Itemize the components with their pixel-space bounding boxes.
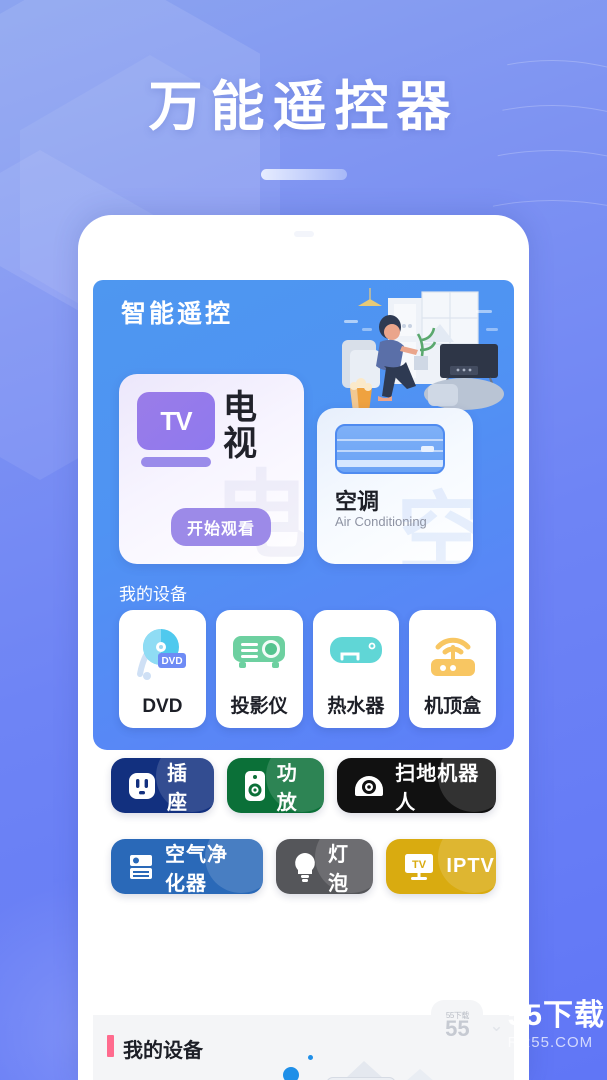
water-heater-icon xyxy=(313,624,400,682)
set-top-box-icon xyxy=(409,624,496,682)
phone-notch xyxy=(293,231,314,237)
air-purifier-icon xyxy=(127,852,155,882)
tv-icon-text: TV xyxy=(160,405,192,436)
power-outlet-icon xyxy=(127,771,157,801)
chip-label: IPTV xyxy=(446,855,495,877)
page-title: 万能遥控器 xyxy=(148,77,459,137)
smart-remote-panel: 智能遥控 TV 电视 开始观看 空 空调 Air Conditioning 我的… xyxy=(93,280,514,750)
device-label: DVD xyxy=(142,696,183,717)
feature-cards: 电 TV 电视 开始观看 空 空调 Air Conditioning xyxy=(119,374,496,564)
ac-card-label: 空调 xyxy=(335,489,380,514)
watermark-site-url: RR55.COM xyxy=(507,1034,594,1051)
tv-stand-bar xyxy=(141,457,211,467)
device-card-dvd[interactable]: DVD DVD xyxy=(119,610,206,728)
iptv-tv-icon: TV xyxy=(402,852,436,882)
decor-dot-large xyxy=(283,1067,299,1080)
chip-label: 灯泡 xyxy=(327,843,349,895)
air-conditioner-icon xyxy=(335,424,445,474)
panel-title: 智能遥控 xyxy=(121,300,234,328)
device-card-projector[interactable]: 投影仪 xyxy=(215,610,303,728)
chip-row-1: 插座 功放 扫地机器人 xyxy=(93,758,514,813)
watermark-logo-number: 55 xyxy=(445,1016,470,1041)
ac-ghost-char: 空 xyxy=(396,484,473,564)
section-accent-bar xyxy=(107,1035,114,1057)
projector-icon xyxy=(216,624,303,682)
chip-air-purifier[interactable]: 空气净化器 xyxy=(111,839,263,894)
device-card-set-top-box[interactable]: 机顶盒 xyxy=(409,610,496,728)
title-underline-pill xyxy=(260,169,347,180)
decor-dot-small xyxy=(308,1055,313,1060)
chip-robot-vacuum[interactable]: 扫地机器人 xyxy=(337,758,496,813)
air-conditioner-feature-card[interactable]: 空 空调 Air Conditioning xyxy=(317,408,473,564)
chip-power-outlet[interactable]: 插座 xyxy=(111,758,214,813)
dvd-disc-icon: DVD xyxy=(119,624,206,682)
svg-text:DVD: DVD xyxy=(162,656,183,667)
watermark-site-name: 55下载 xyxy=(507,999,605,1032)
device-card-water-heater[interactable]: 热水器 xyxy=(312,610,400,728)
watermark: 55下载 55 ⌄ 55下载 RR55.COM xyxy=(431,1000,605,1052)
bottom-section-label: 我的设备 xyxy=(123,1040,203,1062)
phone-mockup: 智能遥控 TV 电视 开始观看 空 空调 Air Conditioning 我的… xyxy=(78,215,529,1080)
device-label: 热水器 xyxy=(327,696,385,717)
svg-text:TV: TV xyxy=(412,859,427,871)
tv-icon: TV xyxy=(137,392,215,450)
chip-label: 插座 xyxy=(167,762,188,814)
tv-feature-card[interactable]: 电 TV 电视 开始观看 xyxy=(119,374,304,564)
chip-light-bulb[interactable]: 灯泡 xyxy=(275,839,374,895)
watermark-logo: 55下载 55 xyxy=(431,1000,484,1052)
chip-amplifier[interactable]: 功放 xyxy=(226,758,325,814)
start-watching-button[interactable]: 开始观看 xyxy=(171,508,272,546)
robot-vacuum-icon xyxy=(353,772,385,800)
device-chip-area: 插座 功放 扫地机器人 空气净化器 灯泡 TV IPTV xyxy=(93,758,514,920)
amplifier-icon xyxy=(243,770,267,802)
panel-devices-heading: 我的设备 xyxy=(119,585,187,604)
watermark-text: 55下载 RR55.COM xyxy=(507,999,605,1052)
chip-label: 空气净化器 xyxy=(165,843,228,895)
light-bulb-icon xyxy=(292,851,318,883)
header: 万能遥控器 xyxy=(0,0,607,200)
device-label: 机顶盒 xyxy=(424,696,482,717)
device-label: 投影仪 xyxy=(230,696,288,717)
chip-iptv[interactable]: TV IPTV xyxy=(386,839,496,894)
ac-card-sublabel: Air Conditioning xyxy=(335,514,427,529)
device-grid: DVD DVD 投影仪 热水器 机顶盒 xyxy=(119,610,496,728)
tv-card-label: 电视 xyxy=(223,389,257,464)
phone-screen: 智能遥控 TV 电视 开始观看 空 空调 Air Conditioning 我的… xyxy=(93,280,514,1080)
chip-label: 扫地机器人 xyxy=(395,762,480,814)
chip-row-2: 空气净化器 灯泡 TV IPTV xyxy=(93,839,514,894)
chip-label: 功放 xyxy=(276,762,298,814)
chevron-down-icon: ⌄ xyxy=(489,1016,504,1035)
